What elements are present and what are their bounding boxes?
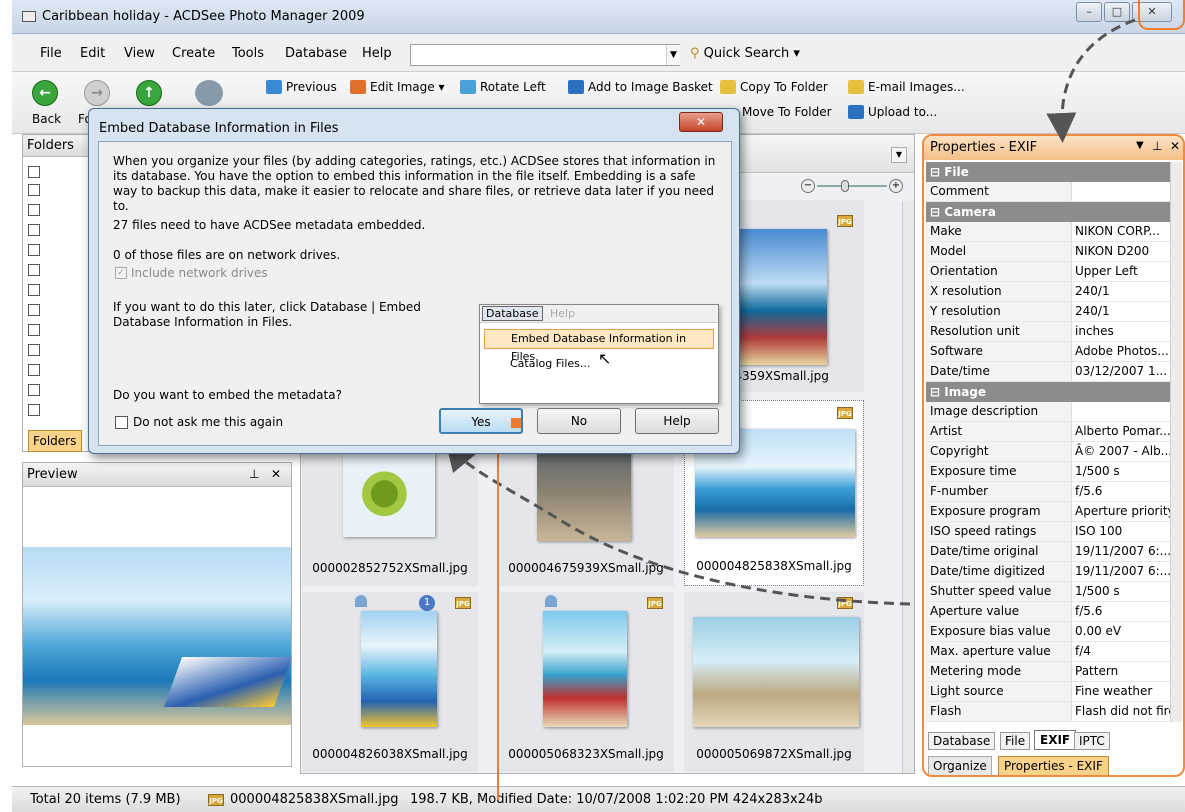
dialog-count-text: 27 files need to have ACDSee metadata em… <box>113 218 426 232</box>
dialog-later-text: If you want to do this later, click Data… <box>113 300 421 329</box>
no-button[interactable]: No <box>537 408 621 434</box>
pointer-marker-icon <box>511 418 521 428</box>
dont-ask-label: Do not ask me this again <box>133 415 284 429</box>
dialog-question: Do you want to embed the metadata? <box>113 388 342 402</box>
yes-button[interactable]: Yes <box>439 408 523 434</box>
help-button[interactable]: Help <box>635 408 719 434</box>
dialog-title: Embed Database Information in Files <box>99 121 339 136</box>
arrow-properties-to-yes <box>445 440 911 606</box>
cursor-arrow-icon: ↖ <box>598 349 612 368</box>
embed-dialog: Embed Database Information in Files ✕ Wh… <box>88 108 740 454</box>
database-menu-preview: Database Help Embed Database Information… <box>479 304 719 404</box>
dialog-network-text: 0 of those files are on network drives. <box>113 248 341 262</box>
dialog-body: When you organize your files (by adding … <box>98 141 732 446</box>
dialog-close-button[interactable]: ✕ <box>679 112 723 132</box>
arrow-close-to-properties <box>1046 18 1136 143</box>
include-network-label: Include network drives <box>131 266 268 280</box>
dialog-description: When you organize your files (by adding … <box>113 154 716 213</box>
menu-preview-embed-item: Embed Database Information in Files <box>484 329 714 363</box>
include-network-checkbox[interactable]: ✓ <box>115 267 127 279</box>
menu-preview-database: Database <box>482 306 543 321</box>
dont-ask-checkbox[interactable] <box>115 416 128 429</box>
menu-preview-bar: Database Help <box>480 305 718 323</box>
menu-preview-help: Help <box>550 307 576 320</box>
